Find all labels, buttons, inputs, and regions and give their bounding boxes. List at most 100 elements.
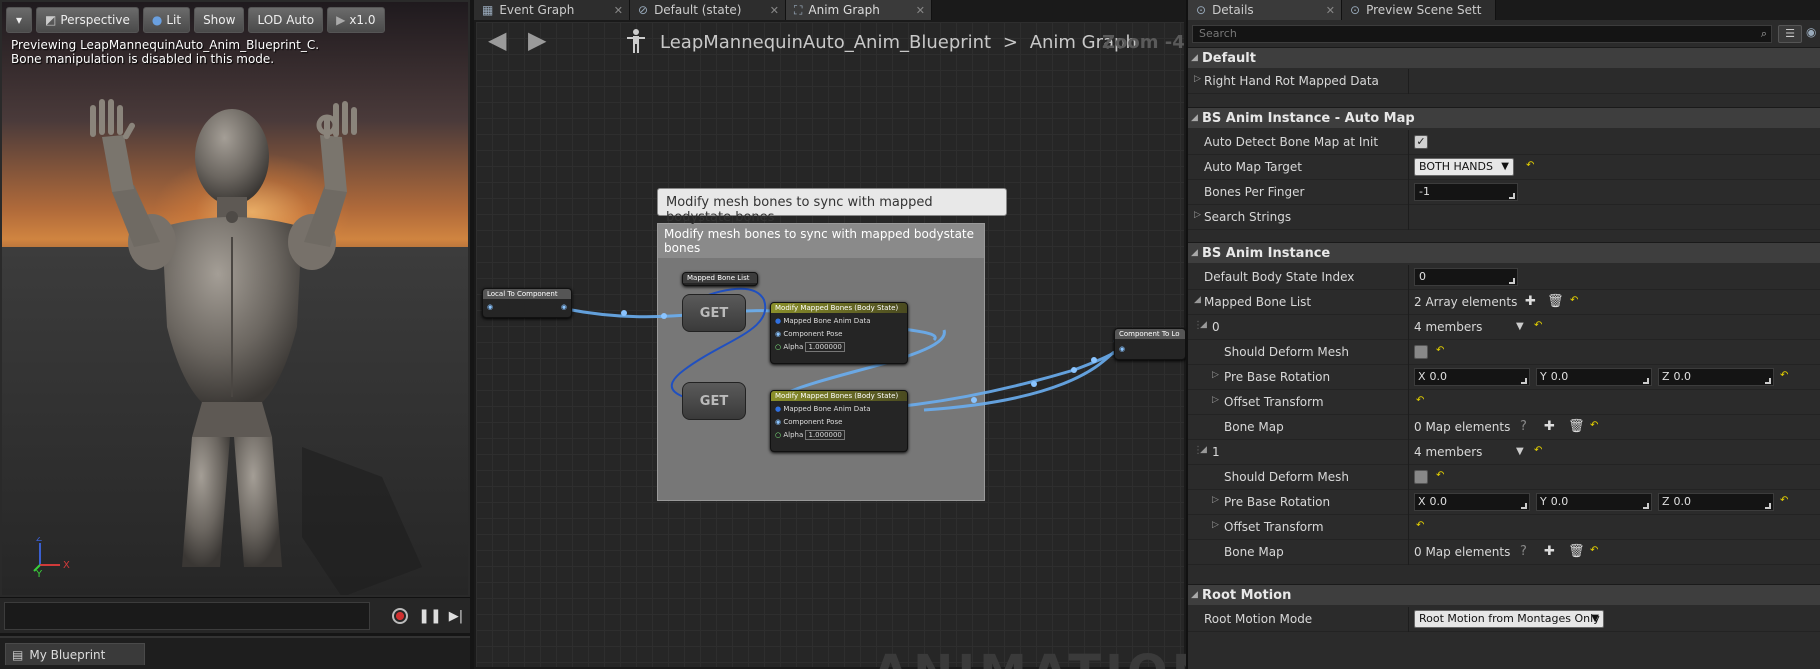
element-index: 0	[1212, 320, 1220, 334]
pause-button[interactable]: ❚❚	[418, 604, 442, 628]
expand-triangle-icon[interactable]: ▷	[1212, 395, 1219, 405]
field-value: 0	[1419, 270, 1426, 283]
modify-mapped-bones-node-2[interactable]: Modify Mapped Bones (Body State) ● Mappe…	[770, 390, 908, 452]
search-placeholder: Search	[1199, 27, 1237, 40]
help-icon[interactable]: ?	[1520, 544, 1527, 559]
axis-x-label: X	[63, 560, 70, 571]
collapse-triangle-icon[interactable]: ◢	[1200, 445, 1207, 455]
prop-label: Bone Map	[1224, 420, 1284, 434]
get-node-1[interactable]: GET	[682, 294, 746, 332]
pin-label: Component Pose	[783, 418, 843, 426]
rotation-z-input[interactable]: Z 0.0	[1658, 368, 1774, 386]
viewport-options-button[interactable]: ▾	[6, 7, 32, 33]
should-deform-mesh-checkbox[interactable]	[1414, 470, 1428, 484]
modify-mapped-bones-node-1[interactable]: Modify Mapped Bones (Body State) ● Mappe…	[770, 302, 908, 364]
reset-arrow-icon[interactable]: ↶	[1590, 420, 1600, 431]
alpha-field[interactable]: 1.000000	[805, 342, 845, 352]
axis-z-label: Z	[36, 537, 42, 544]
rotation-x-input[interactable]: X 0.0	[1414, 493, 1530, 511]
reset-arrow-icon[interactable]: ↶	[1534, 320, 1544, 331]
category-root-motion-label: Root Motion	[1202, 588, 1292, 603]
view-options-button[interactable]: ☰	[1778, 25, 1802, 43]
reset-arrow-icon[interactable]: ↶	[1590, 545, 1600, 556]
chevron-down-icon[interactable]: ▼	[1516, 321, 1524, 332]
category-root-motion[interactable]: ◢ Root Motion	[1188, 584, 1820, 605]
category-bs-anim-instance[interactable]: ◢ BS Anim Instance	[1188, 242, 1820, 263]
lit-button[interactable]: ● Lit	[142, 7, 191, 33]
expand-triangle-icon[interactable]: ▷	[1212, 495, 1219, 505]
expand-triangle-icon[interactable]: ▷	[1194, 74, 1201, 84]
reset-arrow-icon[interactable]: ↶	[1780, 370, 1790, 381]
perspective-button[interactable]: ◩ Perspective	[36, 7, 139, 33]
record-button[interactable]	[388, 604, 412, 628]
help-icon[interactable]: ?	[1520, 419, 1527, 434]
should-deform-mesh-checkbox[interactable]	[1414, 345, 1428, 359]
rotation-y-input[interactable]: Y 0.0	[1536, 368, 1652, 386]
float-pin-icon: ○	[775, 431, 782, 439]
tab-details[interactable]: ⊙ Details ✕	[1188, 0, 1342, 20]
lod-button[interactable]: LOD Auto	[248, 7, 324, 33]
add-element-icon[interactable]: ✚	[1544, 419, 1555, 434]
add-element-icon[interactable]: ✚	[1525, 294, 1536, 309]
editor-window: ▾ ◩ Perspective ● Lit Show LOD Auto ▶ x1…	[0, 0, 1820, 669]
pause-icon: ❚❚	[418, 608, 442, 624]
record-icon	[392, 608, 408, 624]
component-to-local-node[interactable]: Component To Lo ◉	[1114, 328, 1186, 360]
x-label: X	[1418, 370, 1426, 383]
expand-triangle-icon[interactable]: ▷	[1194, 210, 1201, 220]
reset-arrow-icon[interactable]: ↶	[1570, 295, 1580, 306]
my-blueprint-tab[interactable]: ▤ My Blueprint	[5, 643, 145, 665]
rotation-y-input[interactable]: Y 0.0	[1536, 493, 1652, 511]
default-body-state-index-input[interactable]: 0	[1414, 268, 1518, 286]
reset-arrow-icon[interactable]: ↶	[1526, 160, 1536, 171]
y-label: Y	[1540, 370, 1547, 383]
rotation-x-input[interactable]: X 0.0	[1414, 368, 1530, 386]
pin-row: ● Mapped Bone Anim Data	[775, 403, 903, 416]
y-value: 0.0	[1550, 495, 1569, 508]
tab-preview-scene-settings[interactable]: ⊙ Preview Scene Sett	[1342, 0, 1496, 20]
collapse-triangle-icon[interactable]: ◢	[1194, 295, 1201, 305]
step-forward-button[interactable]: ▶|	[444, 604, 468, 628]
root-motion-mode-dropdown[interactable]: Root Motion from Montages Only ▼	[1414, 610, 1604, 628]
rotation-z-input[interactable]: Z 0.0	[1658, 493, 1774, 511]
reset-arrow-icon[interactable]: ↶	[1436, 345, 1446, 356]
eye-icon[interactable]: ◉	[1806, 25, 1816, 39]
playback-speed-button[interactable]: ▶ x1.0	[327, 7, 385, 33]
chevron-down-icon[interactable]: ▼	[1516, 446, 1524, 457]
prop-label: Auto Map Target	[1204, 160, 1302, 174]
local-to-component-node[interactable]: Local To Component ◉ ◉	[482, 288, 572, 318]
get-node-2[interactable]: GET	[682, 382, 746, 420]
trash-icon[interactable]: 🗑	[1547, 294, 1564, 309]
prop-label: Default Body State Index	[1204, 270, 1355, 284]
prop-mapped-bone-list: ◢ Mapped Bone List 2 Array elements ✚ 🗑 …	[1188, 290, 1820, 315]
lit-sphere-icon: ●	[151, 13, 163, 27]
timeline-scrubber[interactable]	[4, 602, 370, 630]
details-search-input[interactable]: Search ⌕	[1192, 25, 1772, 43]
category-auto-map[interactable]: ◢ BS Anim Instance - Auto Map	[1188, 107, 1820, 128]
expand-triangle-icon[interactable]: ▷	[1212, 520, 1219, 530]
pin-label: Alpha	[783, 431, 804, 439]
trash-icon[interactable]: 🗑	[1568, 419, 1585, 434]
auto-detect-checkbox[interactable]: ✓	[1414, 135, 1428, 149]
reset-arrow-icon[interactable]: ↶	[1780, 495, 1790, 506]
y-label: Y	[1540, 495, 1547, 508]
pose-pin-icon: ◉	[560, 303, 567, 311]
close-icon[interactable]: ✕	[1326, 4, 1335, 17]
add-element-icon[interactable]: ✚	[1544, 544, 1555, 559]
preview-viewport[interactable]: ▾ ◩ Perspective ● Lit Show LOD Auto ▶ x1…	[0, 0, 470, 597]
alpha-field[interactable]: 1.000000	[805, 430, 845, 440]
expand-triangle-icon[interactable]: ▷	[1212, 370, 1219, 380]
prop-right-hand-rot: ▷ Right Hand Rot Mapped Data	[1188, 69, 1820, 94]
collapse-triangle-icon[interactable]: ◢	[1200, 320, 1207, 330]
auto-map-target-dropdown[interactable]: BOTH HANDS ▼	[1414, 158, 1514, 176]
category-default[interactable]: ◢ Default	[1188, 47, 1820, 68]
reset-arrow-icon[interactable]: ↶	[1534, 445, 1544, 456]
reset-arrow-icon[interactable]: ↶	[1416, 395, 1426, 406]
bones-per-finger-input[interactable]: -1	[1414, 183, 1518, 201]
reset-arrow-icon[interactable]: ↶	[1436, 470, 1446, 481]
reset-arrow-icon[interactable]: ↶	[1416, 520, 1426, 531]
show-button[interactable]: Show	[194, 7, 245, 33]
prop-label: Pre Base Rotation	[1224, 370, 1331, 384]
trash-icon[interactable]: 🗑	[1568, 544, 1585, 559]
mapped-bone-list-node[interactable]: Mapped Bone List	[682, 272, 758, 286]
